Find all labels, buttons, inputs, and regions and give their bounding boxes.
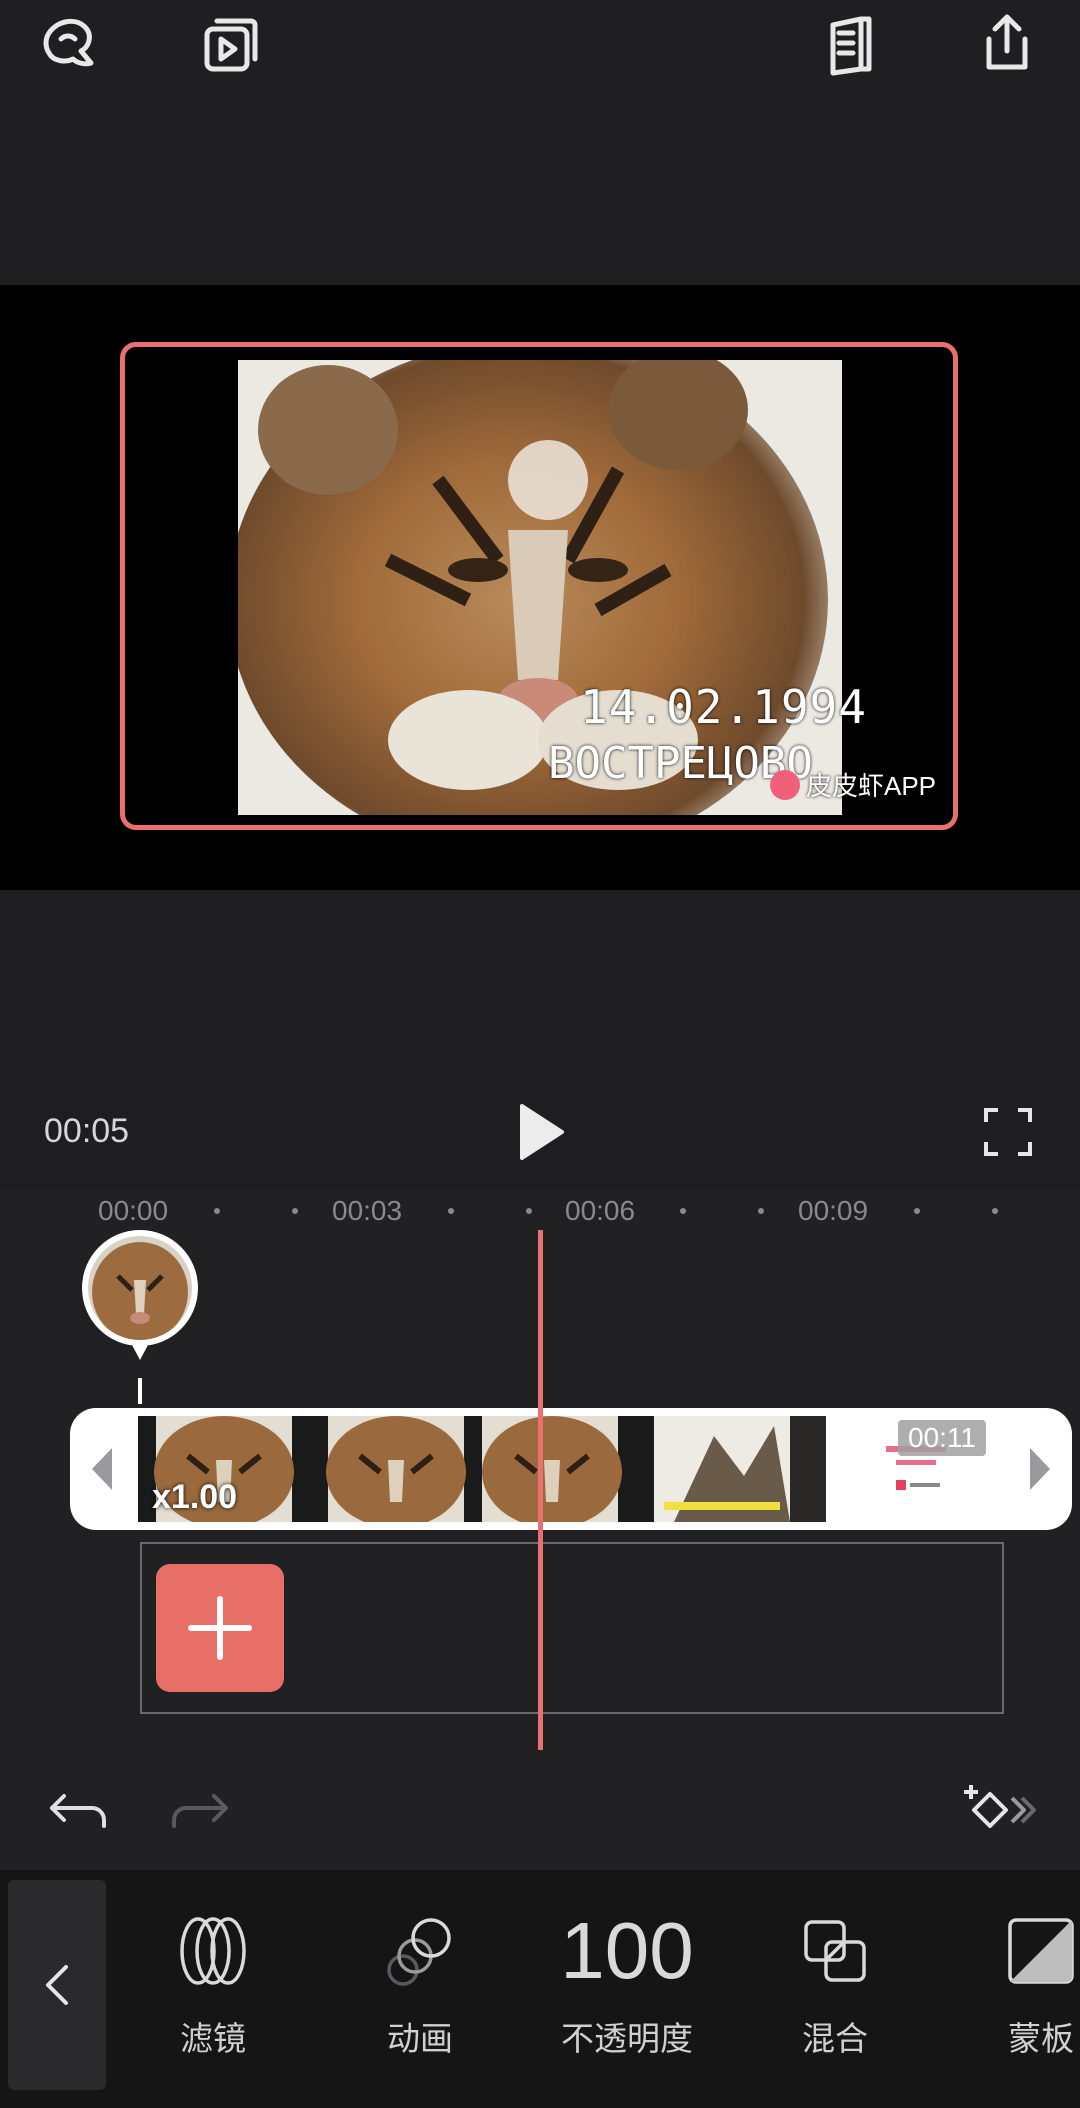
tool-label: 蒙板 <box>1008 2020 1074 2057</box>
clip-speed: x1.00 <box>152 1478 238 1516</box>
ruler-dot <box>292 1208 298 1214</box>
ruler-dot <box>914 1208 920 1214</box>
watermark-text: 皮皮虾APP <box>806 771 937 801</box>
opacity-value: 100 <box>560 1906 694 1995</box>
tool-label: 不透明度 <box>561 2020 693 2057</box>
ruler-dot <box>680 1208 686 1214</box>
chevron-left-icon <box>46 1965 68 2005</box>
add-overlay-button[interactable] <box>156 1564 284 1692</box>
share-icon[interactable] <box>972 8 1042 78</box>
filter-icon <box>176 1906 250 1996</box>
ruler-dot <box>758 1208 764 1214</box>
trim-right-handle-icon[interactable] <box>1024 1444 1054 1494</box>
clip-thumbnails <box>138 1416 1004 1522</box>
trim-left-handle-icon[interactable] <box>88 1444 118 1494</box>
ruler-dot <box>448 1208 454 1214</box>
plus-icon <box>188 1596 252 1660</box>
ruler-label: 00:03 <box>332 1195 403 1226</box>
tool-blend[interactable]: 混合 <box>760 1906 910 2060</box>
clip-pin-marker <box>138 1378 142 1404</box>
ruler-dot <box>526 1208 532 1214</box>
tool-filter[interactable]: 滤镜 <box>138 1906 288 2060</box>
current-time: 00:05 <box>44 1112 130 1150</box>
watermark-logo-icon <box>770 769 800 800</box>
clip-thumbnail <box>482 1416 654 1522</box>
undo-icon[interactable] <box>48 1786 108 1836</box>
overlay-date: 14.02.1994 <box>580 680 867 734</box>
book-icon[interactable] <box>816 10 886 80</box>
ruler-label: 00:00 <box>98 1195 169 1226</box>
animation-icon <box>383 1906 457 1996</box>
top-bar <box>0 0 1080 285</box>
tool-mask[interactable]: 蒙板 <box>966 1906 1080 2060</box>
watermark: 皮皮虾APP <box>770 766 936 803</box>
blend-icon <box>798 1906 872 1996</box>
selection-frame[interactable] <box>120 342 958 830</box>
ruler-dot <box>992 1208 998 1214</box>
tool-opacity[interactable]: 100 不透明度 <box>552 1906 702 2060</box>
tool-animation[interactable]: 动画 <box>345 1906 495 2060</box>
clip-thumbnail <box>310 1416 482 1522</box>
clip-thumbnail <box>654 1416 826 1522</box>
playhead[interactable] <box>538 1230 543 1750</box>
ruler-dot <box>214 1208 220 1214</box>
add-keyframe-icon[interactable] <box>960 1780 1040 1842</box>
back-button[interactable] <box>8 1880 106 2090</box>
tutorial-icon[interactable] <box>36 8 106 78</box>
tool-label: 动画 <box>387 2020 453 2057</box>
ruler-label: 00:09 <box>798 1195 869 1226</box>
mask-icon <box>1004 1906 1078 1996</box>
tool-label: 滤镜 <box>180 2020 246 2057</box>
tool-label: 混合 <box>802 2020 868 2057</box>
clip-duration: 00:11 <box>898 1420 986 1456</box>
fullscreen-icon[interactable] <box>982 1106 1034 1158</box>
preview-play-icon[interactable] <box>196 10 266 80</box>
clip-pin-thumbnail <box>88 1236 192 1340</box>
ruler-label: 00:06 <box>565 1195 636 1226</box>
play-icon[interactable] <box>516 1102 566 1162</box>
redo-icon[interactable] <box>170 1786 230 1836</box>
